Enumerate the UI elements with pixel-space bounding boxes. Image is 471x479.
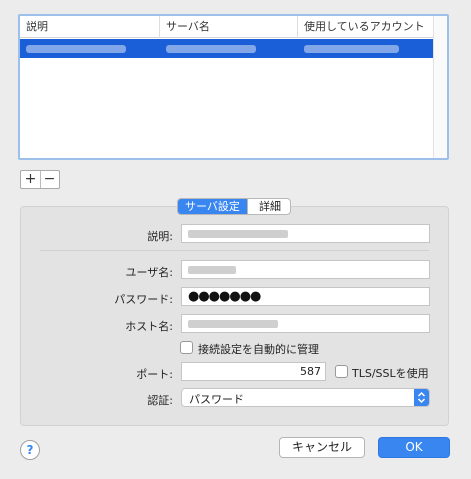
tls-label[interactable]: TLS/SSLを使用 xyxy=(352,365,429,381)
description-label: 説明: xyxy=(147,230,173,243)
help-button[interactable]: ? xyxy=(20,440,40,460)
host-label: ホスト名: xyxy=(125,320,173,333)
divider xyxy=(40,250,429,251)
host-field[interactable] xyxy=(181,314,430,333)
username-label: ユーザ名: xyxy=(125,266,174,279)
password-field[interactable]: ●●●●●●● xyxy=(181,287,430,306)
updown-chevron-icon xyxy=(414,389,429,406)
username-field[interactable] xyxy=(181,260,430,279)
redacted-value xyxy=(188,266,236,274)
redacted-description xyxy=(26,45,126,53)
table-row-selected[interactable] xyxy=(20,39,433,58)
table-header: 説明 サーバ名 使用しているアカウント xyxy=(20,16,433,38)
redacted-value xyxy=(188,230,288,238)
port-field[interactable]: 587 xyxy=(181,362,326,381)
accounts-table[interactable]: 説明 サーバ名 使用しているアカウント xyxy=(18,14,449,160)
add-remove-control: + − xyxy=(20,170,60,189)
port-label: ポート: xyxy=(136,368,173,381)
redacted-value xyxy=(188,320,278,328)
tab-server-settings[interactable]: サーバ設定 xyxy=(178,199,247,214)
add-account-button[interactable]: + xyxy=(21,171,41,188)
port-value: 587 xyxy=(300,365,321,378)
auth-label: 認証: xyxy=(147,394,173,407)
cancel-button[interactable]: キャンセル xyxy=(279,437,365,458)
column-header-server[interactable]: サーバ名 xyxy=(160,16,298,38)
auth-select[interactable]: パスワード xyxy=(181,388,430,407)
remove-account-button[interactable]: − xyxy=(40,171,59,188)
auth-value: パスワード xyxy=(189,393,244,406)
redacted-server xyxy=(166,45,256,53)
password-value: ●●●●●●● xyxy=(188,289,261,304)
column-header-account[interactable]: 使用しているアカウント xyxy=(298,16,433,38)
tab-advanced[interactable]: 詳細 xyxy=(247,199,290,214)
password-label: パスワード: xyxy=(114,293,173,306)
tls-checkbox[interactable] xyxy=(335,365,348,378)
auto-manage-checkbox[interactable] xyxy=(180,341,193,354)
ok-button[interactable]: OK xyxy=(378,437,450,458)
redacted-account xyxy=(304,45,399,53)
column-header-description[interactable]: 説明 xyxy=(20,16,160,38)
table-scrollbar[interactable] xyxy=(433,16,447,158)
settings-tabs: サーバ設定 詳細 xyxy=(177,198,291,215)
updown-chevron-svg xyxy=(417,391,426,404)
description-field[interactable] xyxy=(181,224,430,243)
auto-manage-label[interactable]: 接続設定を自動的に管理 xyxy=(198,341,319,357)
